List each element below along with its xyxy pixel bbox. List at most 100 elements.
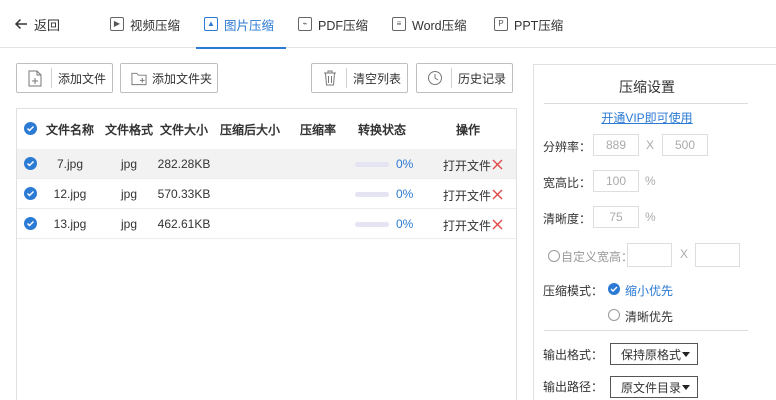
word-file-icon: ≡: [392, 17, 406, 31]
add-file-icon: [27, 69, 43, 87]
custom-size-label: 自定义宽高：: [561, 250, 634, 264]
delete-icon[interactable]: [492, 189, 503, 200]
row-checkbox[interactable]: [24, 187, 37, 200]
compress-settings-panel: 压缩设置 开通VIP即可使用 分辨率： 889 X 500 宽高比： 100 %…: [533, 64, 776, 400]
open-file-link[interactable]: 打开文件: [443, 217, 491, 234]
resolution-height-input[interactable]: 500: [662, 134, 708, 156]
header-file-size: 文件大小: [159, 123, 208, 137]
select-all-checkbox[interactable]: [24, 122, 37, 135]
custom-size-radio[interactable]: [548, 250, 560, 262]
clarity-input[interactable]: 75: [593, 206, 639, 228]
mode-clarity-label: 清晰优先: [625, 310, 674, 324]
header-action: 操作: [455, 123, 480, 137]
ppt-file-icon: P: [494, 17, 508, 31]
tab-label: 视频压缩: [130, 18, 181, 33]
progress-percent: 0%: [396, 187, 414, 201]
table-row[interactable]: 12.jpg jpg 570.33KB 0% 打开文件: [17, 179, 516, 209]
header-convert-status: 转换状态: [357, 123, 406, 137]
tab-image-compress[interactable]: ▲ 图片压缩: [195, 0, 287, 49]
file-size: 570.33KB: [157, 187, 211, 201]
tab-pdf-compress[interactable]: ⌁ PDF压缩: [298, 0, 368, 48]
check-icon: [26, 190, 35, 197]
history-button[interactable]: 历史记录: [416, 63, 513, 93]
back-button[interactable]: 返回: [14, 14, 60, 34]
output-path-label: 输出路径：: [543, 380, 604, 394]
output-format-value: 保持原格式: [621, 347, 682, 362]
history-label: 历史记录: [457, 71, 506, 86]
clear-list-label: 清空列表: [352, 71, 401, 86]
mode-clarity-radio[interactable]: [608, 309, 620, 321]
back-label: 返回: [34, 17, 61, 33]
check-icon: [610, 286, 618, 292]
clarity-unit: %: [645, 210, 656, 224]
add-folder-button[interactable]: 添加文件夹: [120, 63, 218, 93]
chevron-down-icon: [682, 352, 690, 357]
aspect-ratio-input[interactable]: 100: [593, 170, 639, 192]
delete-icon[interactable]: [492, 219, 503, 230]
tab-label: 图片压缩: [224, 18, 275, 33]
clear-list-button[interactable]: 清空列表: [311, 63, 408, 93]
tab-label: Word压缩: [412, 18, 467, 33]
add-file-label: 添加文件: [57, 71, 106, 86]
tab-label: PPT压缩: [514, 18, 564, 33]
divider: [544, 103, 748, 104]
custom-width-input[interactable]: [627, 243, 672, 267]
file-format: jpg: [120, 157, 137, 171]
vip-link[interactable]: 开通VIP即可使用: [534, 109, 760, 126]
tab-ppt-compress[interactable]: P PPT压缩: [494, 0, 563, 48]
settings-title: 压缩设置: [619, 79, 675, 95]
check-icon: [26, 220, 35, 227]
row-checkbox[interactable]: [24, 217, 37, 230]
check-icon: [26, 125, 35, 132]
header-file-name: 文件名称: [45, 123, 94, 137]
file-name: 12.jpg: [53, 187, 87, 201]
delete-icon[interactable]: [492, 159, 503, 170]
clarity-label: 清晰度：: [543, 212, 592, 226]
chevron-down-icon: [682, 385, 690, 390]
output-path-select[interactable]: 原文件目录: [610, 376, 698, 398]
table-header: 文件名称 文件格式 文件大小 压缩后大小 压缩率 转换状态 操作: [17, 109, 516, 147]
clock-icon: [427, 69, 443, 87]
trash-icon: [322, 69, 338, 87]
progress-percent: 0%: [396, 217, 414, 231]
check-icon: [26, 160, 35, 167]
arrow-left-icon: [14, 18, 27, 30]
add-folder-label: 添加文件夹: [151, 71, 212, 86]
mode-shrink-label: 缩小优先: [625, 284, 674, 298]
add-file-button[interactable]: 添加文件: [16, 63, 113, 93]
open-file-link[interactable]: 打开文件: [443, 187, 491, 204]
progress-bar: [355, 222, 389, 227]
progress-bar: [355, 192, 389, 197]
output-path-value: 原文件目录: [621, 380, 682, 395]
resolution-label: 分辨率：: [543, 140, 592, 154]
pdf-file-icon: ⌁: [298, 17, 312, 31]
row-checkbox[interactable]: [24, 157, 37, 170]
table-row[interactable]: 13.jpg jpg 462.61KB 0% 打开文件: [17, 209, 516, 239]
resolution-x-separator: X: [646, 138, 655, 152]
add-folder-icon: [131, 69, 147, 87]
output-format-select[interactable]: 保持原格式: [610, 343, 698, 365]
table-row[interactable]: 7.jpg jpg 282.28KB 0% 打开文件: [17, 149, 516, 179]
aspect-ratio-label: 宽高比：: [543, 176, 592, 190]
image-file-icon: ▲: [204, 17, 218, 31]
file-name: 7.jpg: [56, 157, 84, 171]
tab-label: PDF压缩: [318, 18, 369, 33]
video-file-icon: ▶: [110, 17, 124, 31]
file-table: 文件名称 文件格式 文件大小 压缩后大小 压缩率 转换状态 操作 7.jpg j…: [16, 108, 517, 400]
tab-video-compress[interactable]: ▶ 视频压缩: [110, 0, 180, 48]
progress-bar: [355, 162, 389, 167]
compress-mode-label: 压缩模式：: [543, 284, 604, 298]
open-file-link[interactable]: 打开文件: [443, 157, 491, 174]
resolution-width-input[interactable]: 889: [593, 134, 639, 156]
tab-word-compress[interactable]: ≡ Word压缩: [392, 0, 467, 48]
file-size: 462.61KB: [157, 217, 211, 231]
custom-x-separator: X: [680, 247, 689, 261]
mode-shrink-radio[interactable]: [608, 283, 620, 295]
progress-percent: 0%: [396, 157, 414, 171]
divider: [544, 330, 748, 331]
file-size: 282.28KB: [157, 157, 211, 171]
custom-height-input[interactable]: [695, 243, 740, 267]
aspect-unit: %: [645, 174, 656, 188]
top-nav-bar: 返回 ▶ 视频压缩 ▲ 图片压缩 ⌁ PDF压缩 ≡ Word压缩 P PPT压…: [0, 0, 776, 49]
header-file-format: 文件格式: [104, 123, 153, 137]
